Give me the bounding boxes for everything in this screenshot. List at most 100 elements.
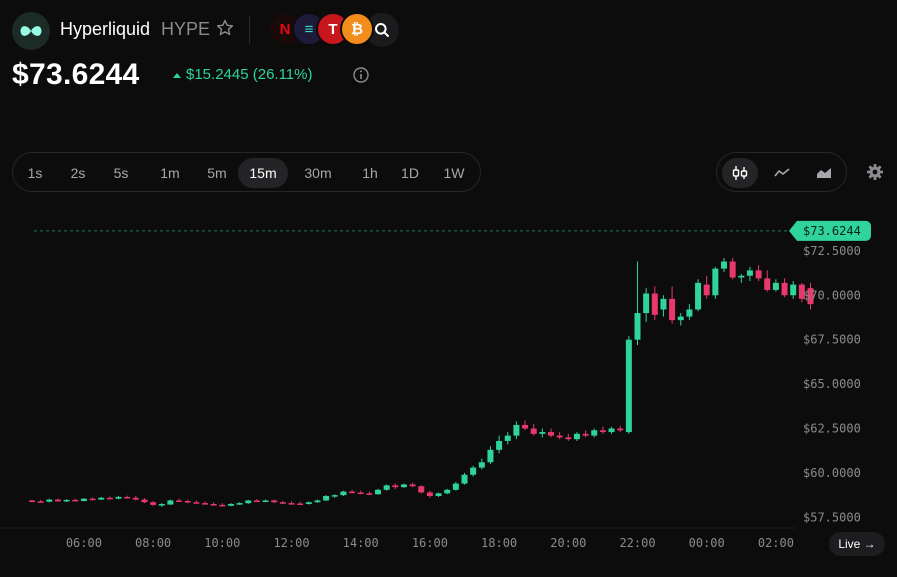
candle xyxy=(435,492,442,497)
candle xyxy=(478,458,485,470)
candle xyxy=(331,494,338,498)
candle xyxy=(219,503,226,507)
x-tick-label: 14:00 xyxy=(343,536,379,550)
candle xyxy=(150,500,157,506)
candle xyxy=(599,426,606,434)
line-chart-button[interactable] xyxy=(764,158,800,188)
candle xyxy=(271,499,278,504)
candle xyxy=(522,420,529,431)
candle xyxy=(444,488,451,495)
y-tick-label: $57.5000 xyxy=(803,510,861,524)
x-tick-label: 16:00 xyxy=(412,536,448,550)
timeframe-1m[interactable]: 1m xyxy=(150,158,190,188)
candle xyxy=(37,499,44,503)
candle xyxy=(236,502,243,505)
area-chart-button[interactable] xyxy=(806,158,842,188)
x-tick-label: 20:00 xyxy=(550,536,586,550)
x-tick-label: 02:00 xyxy=(758,536,794,550)
candle xyxy=(695,279,702,312)
candle xyxy=(124,495,131,499)
candle xyxy=(89,497,96,501)
timeframe-5m[interactable]: 5m xyxy=(197,158,237,188)
candle xyxy=(132,496,139,501)
area-chart-icon xyxy=(817,168,831,178)
x-tick-label: 06:00 xyxy=(66,536,102,550)
y-tick-label: $67.5000 xyxy=(803,333,861,347)
candle xyxy=(651,286,658,321)
candle xyxy=(202,501,208,505)
candle xyxy=(253,499,260,502)
candle xyxy=(582,430,589,438)
candle xyxy=(323,495,330,501)
gear-icon[interactable] xyxy=(865,162,885,182)
x-tick-label: 08:00 xyxy=(135,536,171,550)
candle xyxy=(781,278,788,298)
candle xyxy=(29,499,35,503)
candle xyxy=(279,500,286,505)
candle xyxy=(262,499,269,503)
candle xyxy=(721,257,727,273)
candle xyxy=(565,433,572,441)
candle xyxy=(46,498,53,503)
timeframe-1h[interactable]: 1h xyxy=(357,158,383,188)
candle xyxy=(712,266,719,299)
candle xyxy=(288,501,295,505)
candle xyxy=(141,498,148,504)
x-tick-label: 18:00 xyxy=(481,536,517,550)
candle xyxy=(340,490,347,497)
timeframe-1w[interactable]: 1W xyxy=(438,158,470,188)
candlestick-icon xyxy=(732,166,748,180)
candle xyxy=(106,496,113,500)
candle xyxy=(729,257,736,280)
asset-header: Hyperliquid HYPE N ≡ T ₿ xyxy=(12,10,892,50)
y-tick-label: $60.0000 xyxy=(803,466,861,480)
timeframe-15m[interactable]: 15m xyxy=(238,158,288,188)
current-price: $73.6244 xyxy=(12,58,140,91)
candle xyxy=(746,266,753,282)
asset-ticker: HYPE xyxy=(161,19,211,39)
price-change-value: $15.2445 (26.11%) xyxy=(186,66,313,83)
x-tick-label: 12:00 xyxy=(273,536,309,550)
candle xyxy=(461,472,468,485)
x-tick-label: 10:00 xyxy=(204,536,240,550)
candle xyxy=(80,498,87,502)
chart-type-selector xyxy=(716,152,847,192)
candle xyxy=(245,499,252,505)
candle xyxy=(63,499,70,503)
search-icon xyxy=(375,23,389,37)
candle xyxy=(409,482,416,488)
y-tick-label: $72.5000 xyxy=(803,244,861,258)
price-chart[interactable]: $72.5000 $70.0000 $67.5000 $65.0000 $62.5000… xyxy=(0,210,897,577)
candlestick-button[interactable] xyxy=(722,158,758,188)
candle xyxy=(496,435,503,454)
candle xyxy=(470,465,477,477)
candle xyxy=(625,336,632,434)
timeframe-1d[interactable]: 1D xyxy=(395,158,425,188)
candle xyxy=(755,265,762,282)
candle xyxy=(686,304,693,321)
timeframe-30m[interactable]: 30m xyxy=(295,158,341,188)
candle xyxy=(677,313,684,326)
timeframe-selector: 1s 2s 5s 1m 5m 15m 30m 1h 1D 1W xyxy=(12,152,481,192)
candle xyxy=(487,446,494,465)
bitcoin-logo[interactable]: ₿ xyxy=(340,12,374,46)
candle xyxy=(452,481,459,491)
star-outline-icon[interactable] xyxy=(215,18,235,38)
x-tick-label: 22:00 xyxy=(619,536,655,550)
timeframe-2s[interactable]: 2s xyxy=(62,158,94,188)
candle xyxy=(366,491,373,496)
live-button[interactable]: Live → xyxy=(829,532,885,556)
candle xyxy=(790,281,797,299)
timeframe-5s[interactable]: 5s xyxy=(105,158,137,188)
candle xyxy=(210,502,217,506)
candle xyxy=(660,295,667,317)
timeframe-1s[interactable]: 1s xyxy=(19,158,51,188)
candle xyxy=(392,483,399,489)
candle xyxy=(357,490,364,495)
candle xyxy=(504,432,511,445)
header-divider xyxy=(249,16,250,44)
info-icon[interactable] xyxy=(352,66,370,84)
candle xyxy=(772,279,779,292)
candle xyxy=(530,424,537,436)
candle xyxy=(426,490,433,498)
